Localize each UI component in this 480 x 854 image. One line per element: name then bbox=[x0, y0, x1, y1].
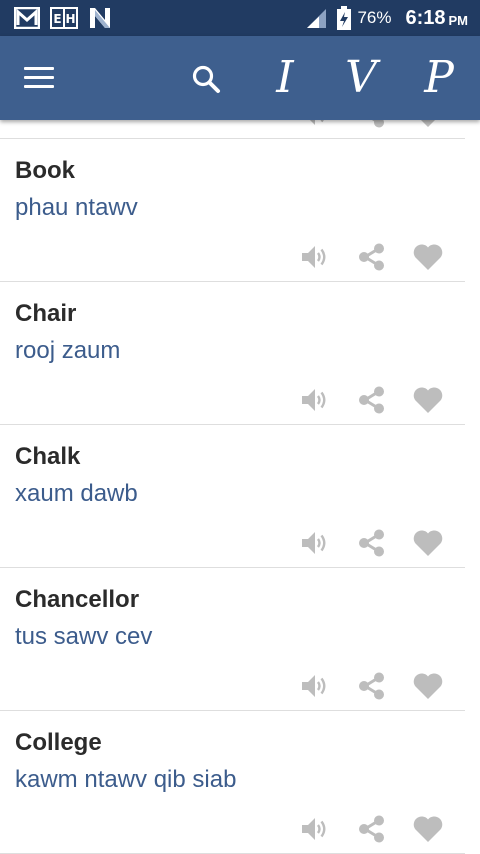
share-icon bbox=[359, 672, 384, 700]
share-button[interactable] bbox=[356, 241, 388, 273]
heart-icon bbox=[413, 673, 443, 699]
heart-icon bbox=[413, 387, 443, 413]
item-actions bbox=[300, 670, 444, 702]
letter-v-button[interactable]: V bbox=[336, 50, 386, 106]
share-icon bbox=[359, 529, 384, 557]
notification-icons: E H bbox=[14, 7, 112, 29]
entry-word: College bbox=[15, 729, 102, 756]
heart-icon bbox=[413, 816, 443, 842]
favorite-button[interactable] bbox=[412, 670, 444, 702]
entry-translation: phau ntawv bbox=[15, 194, 138, 221]
item-actions bbox=[300, 813, 444, 845]
speak-button[interactable] bbox=[300, 813, 332, 845]
entry-translation: kawm ntawv qib siab bbox=[15, 766, 237, 793]
speaker-icon bbox=[302, 532, 326, 554]
share-button[interactable] bbox=[356, 527, 388, 559]
entry-word: Chair bbox=[15, 300, 77, 327]
favorite-button[interactable] bbox=[412, 120, 444, 130]
favorite-button[interactable] bbox=[412, 384, 444, 416]
share-icon bbox=[371, 120, 384, 128]
svg-text:E: E bbox=[53, 12, 61, 26]
list-item-partial bbox=[0, 120, 465, 139]
search-icon bbox=[192, 65, 220, 93]
share-icon bbox=[359, 243, 384, 271]
favorite-button[interactable] bbox=[412, 813, 444, 845]
speaker-icon bbox=[302, 818, 326, 840]
speaker-icon bbox=[302, 675, 326, 697]
status-bar: E H 76% 6:18 PM bbox=[0, 0, 480, 36]
list-item[interactable]: Chalk xaum dawb bbox=[0, 425, 465, 568]
app-bar: I V P bbox=[0, 36, 480, 120]
heart-icon bbox=[413, 244, 443, 270]
menu-icon-line bbox=[24, 67, 54, 70]
heart-icon bbox=[421, 120, 435, 127]
letter-p-button[interactable]: P bbox=[414, 50, 464, 106]
signal-icon bbox=[307, 9, 327, 28]
battery-charging-icon bbox=[337, 6, 352, 30]
share-button[interactable] bbox=[356, 813, 388, 845]
list-item[interactable]: Book phau ntawv bbox=[0, 139, 465, 282]
speak-button[interactable] bbox=[300, 670, 332, 702]
entry-word: Chalk bbox=[15, 443, 81, 470]
letter-i-button[interactable]: I bbox=[260, 50, 310, 106]
svg-text:H: H bbox=[65, 12, 75, 26]
share-button[interactable] bbox=[356, 670, 388, 702]
share-button[interactable] bbox=[356, 384, 388, 416]
list-item[interactable]: Chancellor tus sawv cev bbox=[0, 568, 465, 711]
speaker-icon bbox=[302, 389, 326, 411]
favorite-button[interactable] bbox=[412, 241, 444, 273]
heart-icon bbox=[413, 530, 443, 556]
speak-button[interactable] bbox=[300, 527, 332, 559]
list-item[interactable]: College kawm ntawv qib siab bbox=[0, 711, 465, 854]
speak-button[interactable] bbox=[300, 384, 332, 416]
entry-translation: tus sawv cev bbox=[15, 623, 153, 650]
gmail-icon bbox=[14, 7, 40, 29]
speaker-icon bbox=[302, 246, 326, 268]
speak-button[interactable] bbox=[300, 241, 332, 273]
menu-button[interactable] bbox=[24, 67, 54, 89]
share-icon bbox=[359, 386, 384, 414]
n-icon bbox=[90, 8, 110, 28]
speaker-icon bbox=[310, 120, 324, 125]
battery-percent: 76% bbox=[357, 8, 392, 27]
word-list[interactable]: Book phau ntawv Chair rooj zaum Chalk xa… bbox=[0, 120, 465, 854]
search-button[interactable] bbox=[191, 64, 221, 94]
share-icon bbox=[359, 815, 384, 843]
menu-icon-line bbox=[24, 85, 54, 88]
entry-word: Chancellor bbox=[15, 586, 140, 613]
entry-translation: rooj zaum bbox=[15, 337, 121, 364]
clock-time: 6:18 bbox=[405, 6, 446, 29]
item-actions bbox=[300, 527, 444, 559]
menu-icon-line bbox=[24, 76, 54, 79]
list-item[interactable]: Chair rooj zaum bbox=[0, 282, 465, 425]
entry-word: Book bbox=[15, 157, 75, 184]
clock-ampm: PM bbox=[448, 12, 469, 28]
entry-translation: xaum dawb bbox=[15, 480, 138, 507]
item-actions bbox=[300, 241, 444, 273]
item-actions bbox=[300, 120, 444, 130]
eh-icon: E H bbox=[50, 7, 78, 29]
speak-button[interactable] bbox=[300, 120, 332, 130]
favorite-button[interactable] bbox=[412, 527, 444, 559]
item-actions bbox=[300, 384, 444, 416]
system-status: 76% 6:18 PM bbox=[305, 0, 468, 36]
share-button[interactable] bbox=[356, 120, 388, 130]
